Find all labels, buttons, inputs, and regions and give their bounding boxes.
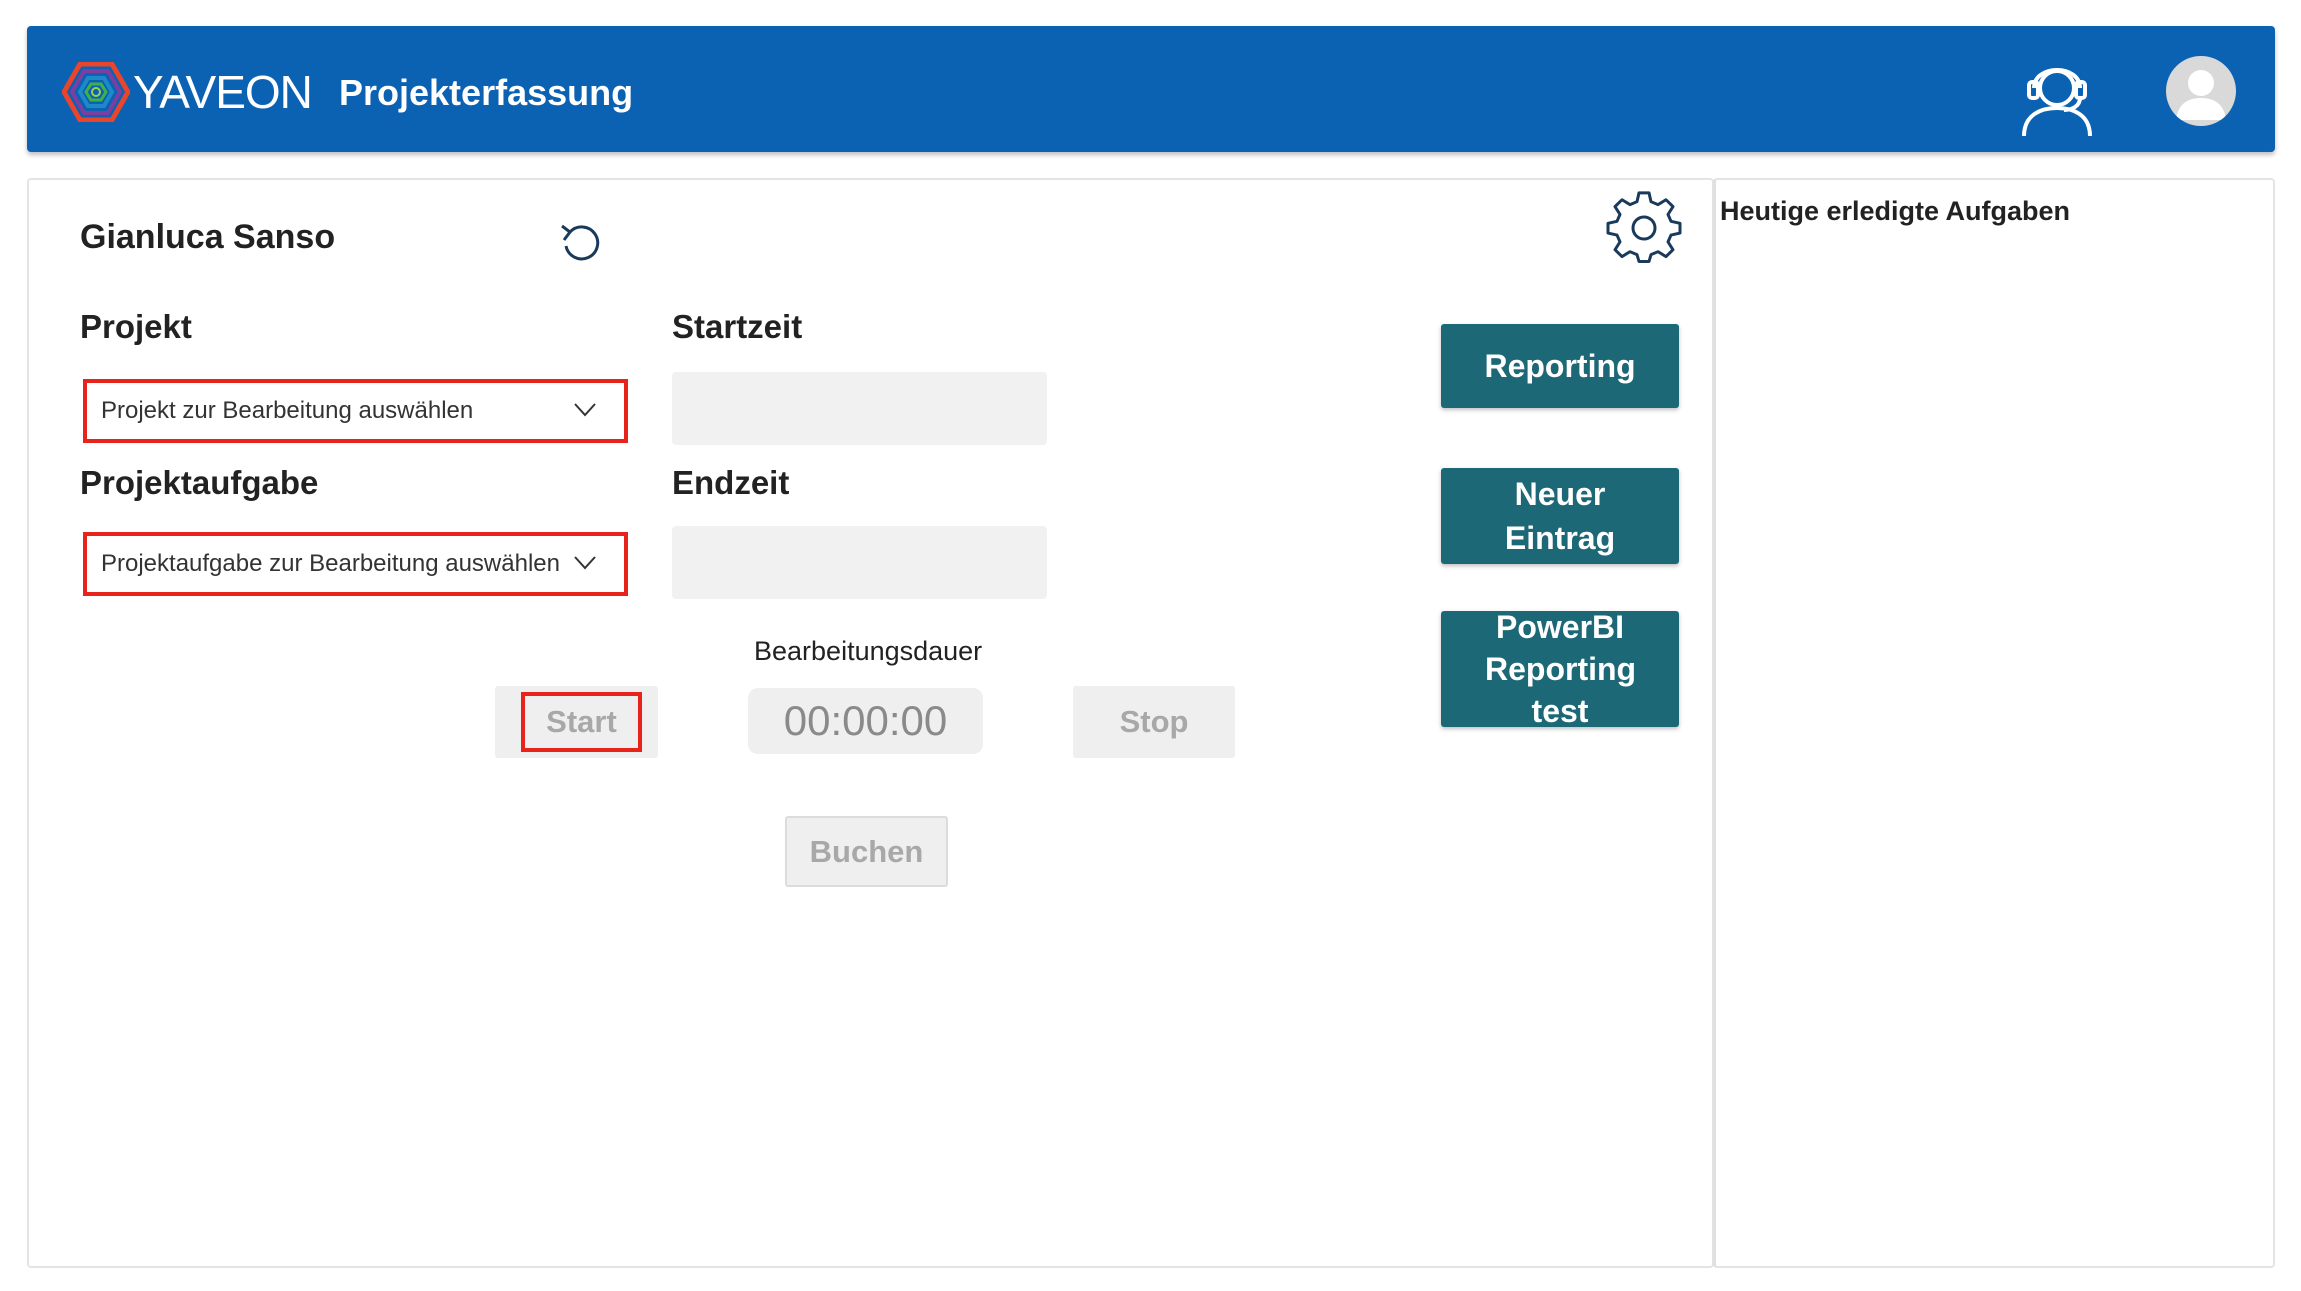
yaveon-logo-icon	[62, 62, 130, 122]
duration-label: Bearbeitungsdauer	[754, 636, 983, 666]
reporting-button[interactable]: Reporting	[1441, 324, 1679, 408]
endzeit-field[interactable]	[672, 526, 1047, 599]
user-name: Gianluca Sanso	[80, 218, 336, 256]
powerbi-reporting-label: PowerBI Reporting test	[1485, 609, 1637, 729]
start-button-label: Start	[521, 692, 642, 752]
gear-icon[interactable]	[1606, 190, 1682, 266]
logo-text: YAVEON	[133, 66, 313, 118]
powerbi-reporting-button[interactable]: PowerBI Reporting test	[1441, 609, 1679, 729]
projektaufgabe-dropdown[interactable]: Projektaufgabe zur Bearbeitung auswählen	[83, 532, 628, 596]
duration-display: 00:00:00	[748, 688, 983, 754]
time-entry-panel: Gianluca Sanso Projekt Projekt zur Bearb…	[27, 178, 1714, 1268]
undo-icon[interactable]	[556, 218, 604, 266]
projekt-label: Projekt	[80, 308, 192, 345]
user-avatar-icon	[2176, 70, 2226, 120]
projektaufgabe-label: Projektaufgabe	[80, 464, 319, 501]
startzeit-field[interactable]	[672, 372, 1047, 445]
startzeit-label: Startzeit	[672, 308, 803, 345]
chevron-down-icon	[574, 556, 596, 570]
headset-support-icon[interactable]	[2012, 48, 2102, 138]
app-header: YAVEON Projekterfassung	[27, 26, 2275, 152]
completed-tasks-title: Heutige erledigte Aufgaben	[1720, 196, 2071, 226]
app-title: Projekterfassung	[339, 72, 634, 113]
completed-tasks-panel: Heutige erledigte Aufgaben	[1713, 178, 2275, 1268]
chevron-down-icon	[574, 403, 596, 417]
neuer-eintrag-button[interactable]: Neuer Eintrag	[1441, 468, 1679, 564]
projekt-dropdown[interactable]: Projekt zur Bearbeitung auswählen	[83, 379, 628, 443]
projekt-dropdown-value: Projekt zur Bearbeitung auswählen	[101, 397, 474, 424]
user-avatar[interactable]	[2166, 56, 2236, 126]
neuer-eintrag-label: Neuer Eintrag	[1504, 476, 1616, 556]
buchen-button[interactable]: Buchen	[785, 816, 948, 887]
stop-button[interactable]: Stop	[1073, 686, 1235, 758]
start-button[interactable]: Start	[495, 686, 658, 758]
projektaufgabe-dropdown-value: Projektaufgabe zur Bearbeitung auswählen	[101, 550, 560, 577]
endzeit-label: Endzeit	[672, 464, 790, 501]
